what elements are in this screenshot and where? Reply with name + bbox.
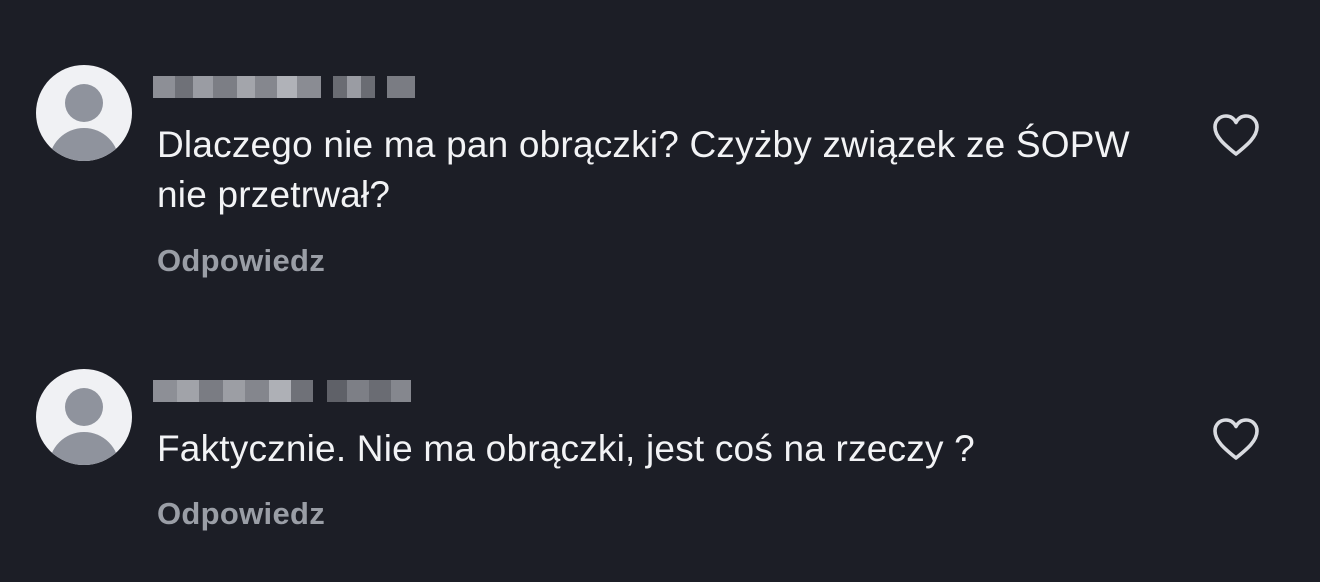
blur-pixel — [347, 380, 369, 402]
blur-pixel — [255, 76, 277, 98]
avatar[interactable] — [36, 65, 132, 161]
blur-pixel — [237, 76, 255, 98]
avatar[interactable] — [36, 369, 132, 465]
blur-pixel — [297, 76, 321, 98]
blur-pixel — [327, 380, 347, 402]
like-button[interactable] — [1211, 112, 1261, 158]
username-blurred[interactable] — [153, 374, 411, 408]
blur-pixel — [153, 76, 175, 98]
avatar-body — [49, 128, 119, 161]
avatar-head — [65, 84, 103, 122]
blur-pixel — [277, 76, 297, 98]
blur-pixel — [199, 380, 223, 402]
blur-gap — [321, 76, 333, 98]
heart-outline-icon — [1213, 114, 1259, 156]
blur-pixel — [333, 76, 347, 98]
comments-list: Dlaczego nie ma pan obrączki? Czyżby zwi… — [0, 0, 1320, 582]
like-button[interactable] — [1211, 416, 1261, 462]
reply-button[interactable]: Odpowiedz — [157, 496, 325, 532]
blur-pixel — [177, 380, 199, 402]
comment-text: Faktycznie. Nie ma obrączki, jest coś na… — [157, 428, 975, 469]
blur-pixel — [391, 380, 411, 402]
blur-pixel — [269, 380, 291, 402]
blur-pixel — [245, 380, 269, 402]
blur-gap — [313, 380, 327, 402]
blur-pixel — [213, 76, 237, 98]
blur-pixel — [369, 380, 391, 402]
avatar-head — [65, 388, 103, 426]
blur-pixel — [387, 76, 415, 98]
reply-button[interactable]: Odpowiedz — [157, 243, 325, 279]
blur-pixel — [361, 76, 375, 98]
comment-text: Dlaczego nie ma pan obrączki? Czyżby zwi… — [157, 124, 1130, 215]
blur-pixel — [347, 76, 361, 98]
blur-pixel — [223, 380, 245, 402]
avatar-body — [49, 432, 119, 465]
blur-pixel — [153, 380, 177, 402]
blur-gap — [375, 76, 387, 98]
username-blurred[interactable] — [153, 70, 415, 104]
blur-pixel — [291, 380, 313, 402]
blur-pixel — [193, 76, 213, 98]
heart-outline-icon — [1213, 418, 1259, 460]
blur-pixel — [175, 76, 193, 98]
